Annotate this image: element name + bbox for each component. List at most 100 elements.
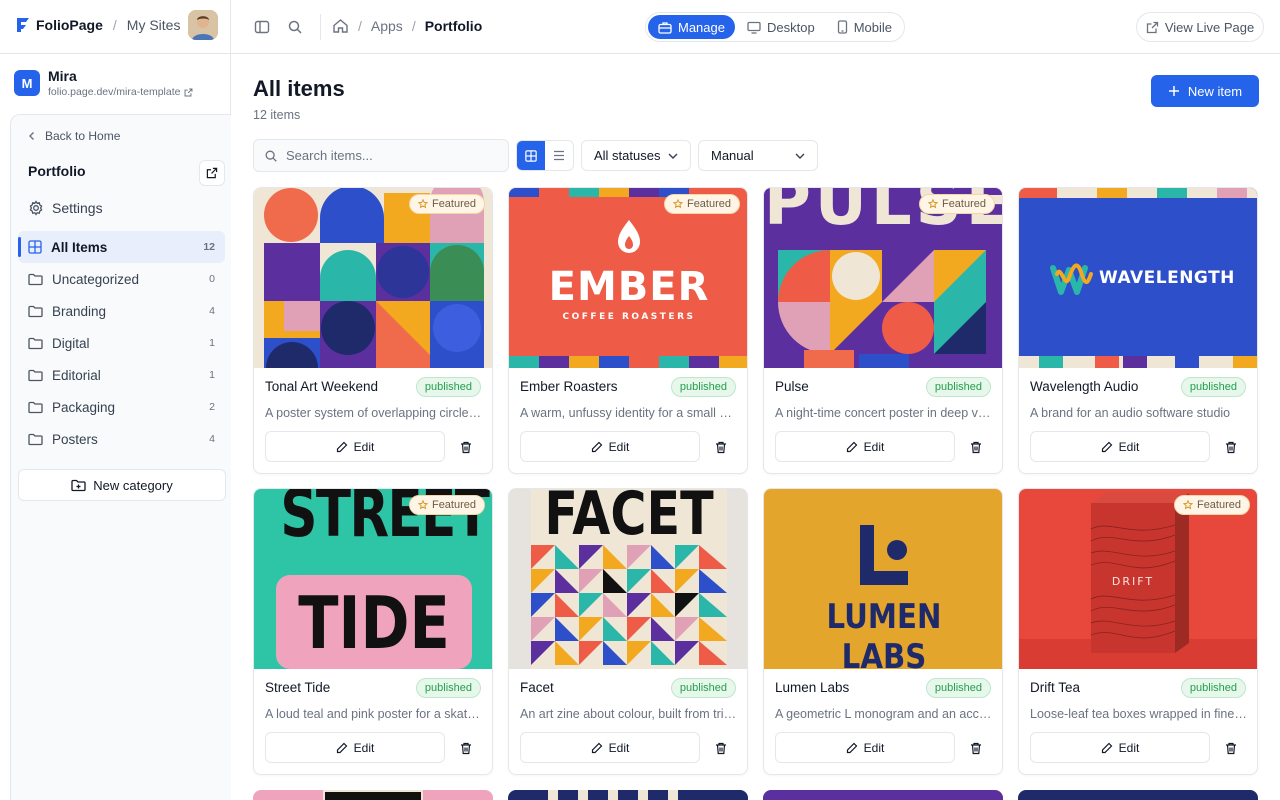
search-field[interactable] (253, 139, 509, 172)
grid-view-button[interactable] (517, 141, 545, 170)
desktop-icon (747, 21, 761, 34)
art-title: FACET (544, 488, 714, 549)
item-card[interactable]: WAVELENGTH Wavelength Audio published A … (1018, 187, 1258, 474)
breadcrumb-apps[interactable]: Apps (371, 18, 403, 34)
delete-button[interactable] (967, 438, 985, 456)
settings-link[interactable]: Settings (28, 200, 103, 216)
item-thumbnail[interactable] (254, 188, 492, 368)
folder-icon (28, 433, 43, 445)
edit-button[interactable]: Edit (775, 431, 955, 462)
edit-button[interactable]: Edit (265, 732, 445, 763)
list-view-button[interactable] (545, 141, 573, 170)
new-category-button[interactable]: New category (18, 469, 226, 501)
item-card[interactable]: EMBER COFFEE ROASTERS Featured Ember Roa… (508, 187, 748, 474)
art-subtitle: TIDE (298, 581, 450, 665)
delete-button[interactable] (457, 438, 475, 456)
edit-button[interactable]: Edit (1030, 732, 1210, 763)
topbar-divider (230, 0, 231, 54)
sidebar-item-uncategorized[interactable]: Uncategorized 0 (18, 263, 225, 295)
trash-icon (1226, 742, 1236, 754)
back-to-home-label: Back to Home (45, 129, 121, 143)
item-card-partial[interactable] (508, 790, 748, 800)
new-item-label: New item (1187, 83, 1243, 99)
item-description: A loud teal and pink poster for a skate … (265, 707, 483, 721)
edit-button[interactable]: Edit (775, 732, 955, 763)
pencil-icon (846, 441, 858, 452)
sidebar-item-branding[interactable]: Branding 4 (18, 295, 225, 327)
edit-button[interactable]: Edit (1030, 431, 1210, 462)
delete-button[interactable] (1222, 438, 1240, 456)
site-url: folio.page.dev/mira-template (48, 86, 181, 98)
sort-value: Manual (711, 148, 754, 163)
delete-button[interactable] (712, 438, 730, 456)
view-live-page-button[interactable]: View Live Page (1136, 12, 1264, 42)
edit-label: Edit (863, 740, 885, 755)
home-icon[interactable] (332, 18, 349, 34)
manage-mode-button[interactable]: Manage (648, 15, 735, 39)
featured-badge: Featured (408, 495, 485, 515)
sidebar-item-count: 0 (209, 273, 215, 285)
trash-icon (971, 441, 981, 453)
breadcrumb: / Apps / Portfolio (332, 18, 482, 34)
search-icon[interactable] (285, 17, 305, 37)
pencil-icon (846, 742, 858, 753)
edit-label: Edit (353, 439, 375, 454)
edit-button[interactable]: Edit (520, 732, 700, 763)
delete-button[interactable] (967, 739, 985, 757)
item-card-partial[interactable] (253, 790, 493, 800)
delete-button[interactable] (712, 739, 730, 757)
chevron-down-icon (795, 153, 805, 159)
sidebar-item-label: Posters (52, 431, 98, 447)
pencil-icon (591, 441, 603, 452)
delete-button[interactable] (457, 739, 475, 757)
item-card[interactable]: STREET TIDE Featured Street Tide publish… (253, 488, 493, 775)
sidebar-item-all-items[interactable]: All Items 12 (18, 231, 225, 263)
featured-label: Featured (1196, 499, 1241, 511)
status-badge: published (1180, 377, 1246, 397)
my-sites-link[interactable]: My Sites (127, 17, 181, 33)
sidebar-toggle-icon[interactable] (252, 17, 272, 37)
item-card[interactable]: FACET Facet published An art zine about … (508, 488, 748, 775)
external-link-icon (206, 167, 218, 179)
item-title: Wavelength Audio (1030, 379, 1139, 394)
item-card[interactable]: PULSE Featured Pulse published A night-t… (763, 187, 1003, 474)
item-card-partial[interactable] (763, 790, 1003, 800)
star-icon (417, 500, 428, 510)
edit-button[interactable]: Edit (265, 431, 445, 462)
featured-label: Featured (431, 499, 476, 511)
featured-badge: Featured (408, 194, 485, 214)
sidebar-item-editorial[interactable]: Editorial 1 (18, 359, 225, 391)
search-input[interactable] (286, 148, 486, 163)
featured-badge: Featured (918, 194, 995, 214)
desktop-mode-button[interactable]: Desktop (737, 15, 825, 39)
sidebar-item-digital[interactable]: Digital 1 (18, 327, 225, 359)
sidebar-item-label: Digital (52, 335, 90, 351)
manage-label: Manage (678, 19, 725, 35)
delete-button[interactable] (1222, 739, 1240, 757)
foliopage-logo-icon[interactable] (16, 17, 30, 33)
user-avatar[interactable] (188, 10, 218, 40)
item-title: Street Tide (265, 680, 331, 695)
sidebar-item-posters[interactable]: Posters 4 (18, 423, 225, 455)
open-portfolio-button[interactable] (199, 160, 225, 186)
sort-select[interactable]: Manual (698, 140, 818, 171)
pencil-icon (336, 742, 348, 753)
edit-button[interactable]: Edit (520, 431, 700, 462)
item-card-partial[interactable] (1018, 790, 1258, 800)
folder-icon (28, 305, 43, 317)
back-to-home-link[interactable]: Back to Home (27, 129, 120, 143)
item-title: Lumen Labs (775, 680, 850, 695)
item-card[interactable]: DRIFT Featured Drift Tea published Loose… (1018, 488, 1258, 775)
mobile-mode-button[interactable]: Mobile (827, 15, 902, 39)
sidebar-item-count: 4 (209, 305, 215, 317)
sidebar-item-packaging[interactable]: Packaging 2 (18, 391, 225, 423)
brand-name[interactable]: FolioPage (36, 17, 103, 33)
item-card[interactable]: Featured Tonal Art Weekend published A p… (253, 187, 493, 474)
item-title: Facet (520, 680, 554, 695)
item-card[interactable]: LUMEN LABS Lumen Labs published A geomet… (763, 488, 1003, 775)
status-filter-select[interactable]: All statuses (581, 140, 691, 171)
sidebar-item-count: 1 (209, 369, 215, 381)
site-url-link[interactable]: folio.page.dev/mira-template (48, 86, 193, 98)
new-item-button[interactable]: New item (1151, 75, 1259, 107)
edit-label: Edit (608, 439, 630, 454)
